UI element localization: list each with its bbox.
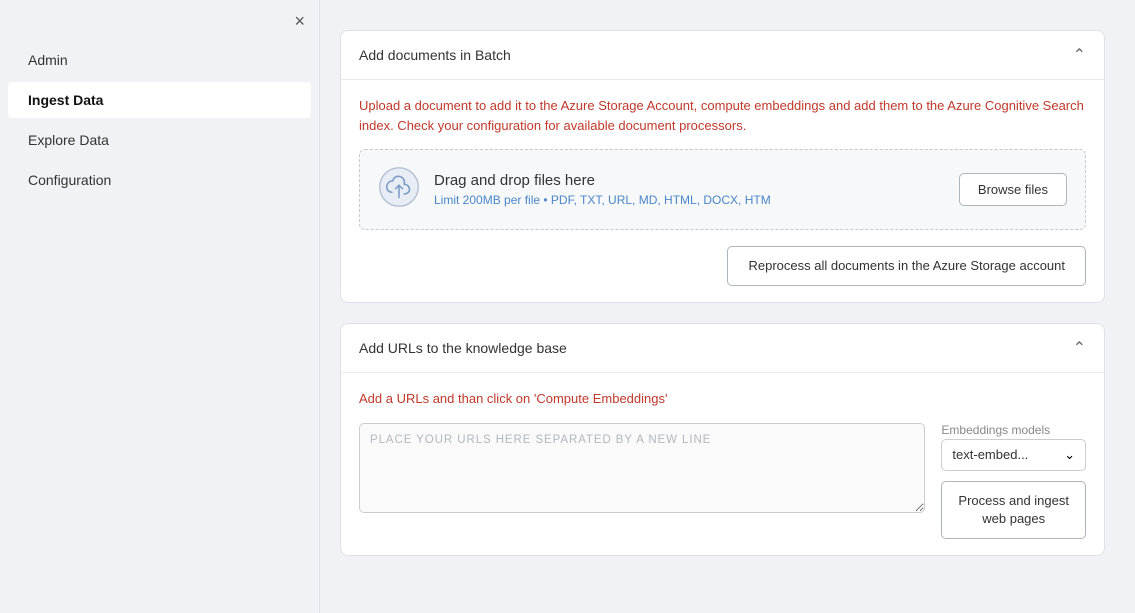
urls-card: Add URLs to the knowledge base ⌃ Add a U…: [340, 323, 1105, 556]
reprocess-button[interactable]: Reprocess all documents in the Azure Sto…: [727, 246, 1086, 286]
urls-card-body: Add a URLs and than click on 'Compute Em…: [341, 373, 1104, 555]
sidebar-item-explore-data[interactable]: Explore Data: [8, 122, 311, 158]
sidebar-nav: Admin Ingest Data Explore Data Configura…: [0, 40, 319, 200]
main-content: Add documents in Batch ⌃ Upload a docume…: [320, 0, 1135, 613]
sidebar-item-ingest-data[interactable]: Ingest Data: [8, 82, 311, 118]
batch-description: Upload a document to add it to the Azure…: [359, 96, 1086, 135]
urls-card-title: Add URLs to the knowledge base: [359, 340, 567, 356]
drop-zone-title: Drag and drop files here: [434, 172, 959, 189]
urls-row: Embeddings models text-embed... ⌄ Proces…: [359, 423, 1086, 539]
browse-files-button[interactable]: Browse files: [959, 173, 1067, 206]
sidebar-item-admin[interactable]: Admin: [8, 42, 311, 78]
batch-collapse-icon[interactable]: ⌃: [1073, 45, 1086, 65]
close-button[interactable]: ×: [294, 12, 305, 30]
sidebar-item-configuration[interactable]: Configuration: [8, 162, 311, 198]
batch-upload-card: Add documents in Batch ⌃ Upload a docume…: [340, 30, 1105, 303]
drop-zone-text: Drag and drop files here Limit 200MB per…: [434, 172, 959, 207]
sidebar: × Admin Ingest Data Explore Data Configu…: [0, 0, 320, 613]
urls-right-panel: Embeddings models text-embed... ⌄ Proces…: [941, 423, 1086, 539]
urls-textarea[interactable]: [359, 423, 925, 513]
embeddings-section: Embeddings models text-embed... ⌄: [941, 423, 1086, 471]
embeddings-select-value: text-embed...: [952, 447, 1028, 462]
embeddings-label: Embeddings models: [941, 423, 1086, 437]
process-ingest-button[interactable]: Process and ingest web pages: [941, 481, 1086, 539]
drop-zone-subtitle: Limit 200MB per file • PDF, TXT, URL, MD…: [434, 193, 959, 207]
batch-card-body: Upload a document to add it to the Azure…: [341, 80, 1104, 302]
chevron-down-icon: ⌄: [1064, 447, 1075, 463]
upload-cloud-icon: [378, 166, 420, 213]
drop-zone[interactable]: Drag and drop files here Limit 200MB per…: [359, 149, 1086, 230]
batch-card-title: Add documents in Batch: [359, 47, 511, 63]
reprocess-btn-wrap: Reprocess all documents in the Azure Sto…: [359, 246, 1086, 286]
batch-card-header: Add documents in Batch ⌃: [341, 31, 1104, 80]
embeddings-select[interactable]: text-embed... ⌄: [941, 439, 1086, 471]
urls-collapse-icon[interactable]: ⌃: [1073, 338, 1086, 358]
urls-card-header: Add URLs to the knowledge base ⌃: [341, 324, 1104, 373]
urls-description: Add a URLs and than click on 'Compute Em…: [359, 389, 1086, 409]
